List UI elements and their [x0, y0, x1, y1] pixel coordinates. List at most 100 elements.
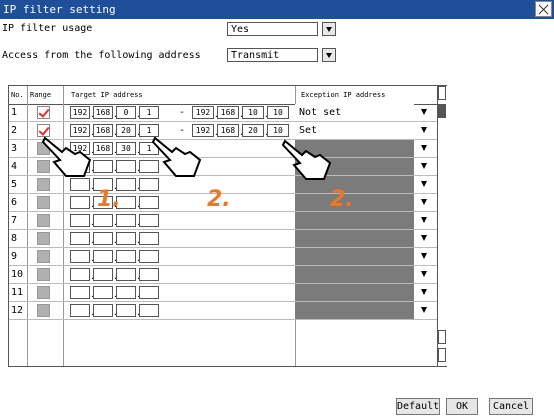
row-number: 9	[11, 251, 18, 262]
target-ip-octet[interactable]	[139, 250, 159, 263]
table-scrollbar[interactable]	[437, 86, 447, 366]
chevron-down-icon[interactable]	[421, 127, 427, 133]
target-ip-octet[interactable]	[139, 232, 159, 245]
exception-cell[interactable]	[295, 302, 414, 319]
range-checkbox[interactable]	[37, 232, 50, 245]
row-number: 11	[11, 287, 24, 298]
target-ip-octet[interactable]	[116, 286, 136, 299]
range-checkbox[interactable]	[37, 214, 50, 227]
step-2-label: 2.	[207, 187, 231, 212]
target-ip-octet[interactable]	[70, 232, 90, 245]
exception-value: Not set	[299, 107, 342, 118]
exception-cell[interactable]: Not set	[295, 104, 414, 121]
target-ip-octet[interactable]	[116, 160, 136, 173]
target-ip-octet[interactable]	[116, 232, 136, 245]
chevron-down-icon[interactable]	[421, 145, 427, 151]
pointing-hand-icon	[151, 136, 202, 177]
target-ip-octet[interactable]	[70, 214, 90, 227]
target-ip-end-octet[interactable]: 10	[267, 106, 289, 119]
exception-cell[interactable]	[295, 194, 414, 211]
chevron-down-icon[interactable]	[421, 181, 427, 187]
chevron-down-icon[interactable]	[421, 109, 427, 115]
step-2-label: 2.	[330, 187, 354, 212]
default-button[interactable]: Default	[396, 398, 440, 415]
target-ip-octet[interactable]	[116, 214, 136, 227]
target-ip-octet[interactable]	[116, 250, 136, 263]
target-ip-end-octet[interactable]: 168	[217, 124, 239, 137]
target-ip-octet[interactable]: 20	[116, 124, 136, 137]
scroll-bottom-button[interactable]	[438, 348, 446, 362]
target-ip-end-octet[interactable]: 10	[242, 106, 264, 119]
ip-filter-usage-select[interactable]: Yes	[227, 22, 318, 36]
target-ip-end-octet[interactable]: 168	[217, 106, 239, 119]
target-ip-octet[interactable]	[70, 196, 90, 209]
range-checkbox[interactable]	[37, 196, 50, 209]
chevron-down-icon[interactable]	[421, 163, 427, 169]
chevron-down-icon[interactable]	[421, 253, 427, 259]
title-bar: IP filter setting	[0, 0, 554, 19]
step-1-label: 1.	[97, 187, 121, 212]
table-row: 1192.168.0.1-192.168.10.10Not set	[9, 104, 446, 122]
access-dropdown-icon[interactable]	[322, 48, 336, 62]
row-number: 7	[11, 215, 18, 226]
target-ip-octet[interactable]	[70, 250, 90, 263]
ok-button[interactable]: OK	[446, 398, 478, 415]
scroll-thumb[interactable]	[438, 104, 446, 118]
chevron-down-icon[interactable]	[421, 199, 427, 205]
header-range: Range	[30, 91, 52, 99]
target-ip-octet[interactable]	[116, 304, 136, 317]
target-ip-octet[interactable]: 30	[116, 142, 136, 155]
target-ip-octet[interactable]	[93, 286, 113, 299]
range-checkbox[interactable]	[37, 250, 50, 263]
target-ip-octet[interactable]	[93, 214, 113, 227]
scroll-down-button[interactable]	[438, 330, 446, 344]
exception-cell[interactable]	[295, 212, 414, 229]
access-select[interactable]: Transmit	[227, 48, 318, 62]
close-icon[interactable]	[535, 1, 552, 17]
target-ip-octet[interactable]	[139, 286, 159, 299]
target-ip-octet[interactable]	[70, 286, 90, 299]
target-ip-octet[interactable]	[93, 250, 113, 263]
range-checkbox[interactable]	[37, 106, 50, 119]
exception-cell[interactable]	[295, 284, 414, 301]
target-ip-octet[interactable]: 168	[93, 124, 113, 137]
target-ip-octet[interactable]: 1	[139, 106, 159, 119]
row-number: 5	[11, 179, 18, 190]
target-ip-octet[interactable]: 192	[70, 106, 90, 119]
target-ip-end-octet[interactable]: 20	[242, 124, 264, 137]
target-ip-end-octet[interactable]: 192	[192, 106, 214, 119]
ip-filter-usage-dropdown-icon[interactable]	[322, 22, 336, 36]
range-checkbox[interactable]	[37, 304, 50, 317]
target-ip-octet[interactable]: 168	[93, 142, 113, 155]
target-ip-octet[interactable]	[139, 214, 159, 227]
pointing-hand-icon	[41, 136, 92, 177]
target-ip-octet[interactable]	[139, 304, 159, 317]
target-ip-octet[interactable]	[70, 268, 90, 281]
target-ip-octet[interactable]	[70, 304, 90, 317]
target-ip-octet[interactable]	[93, 160, 113, 173]
chevron-down-icon[interactable]	[421, 289, 427, 295]
exception-cell[interactable]	[295, 248, 414, 265]
chevron-down-icon[interactable]	[421, 307, 427, 313]
range-checkbox[interactable]	[37, 268, 50, 281]
exception-cell[interactable]	[295, 230, 414, 247]
range-checkbox[interactable]	[37, 286, 50, 299]
row-number: 12	[11, 305, 24, 316]
target-ip-octet[interactable]	[93, 268, 113, 281]
chevron-down-icon[interactable]	[421, 217, 427, 223]
target-ip-octet[interactable]	[139, 268, 159, 281]
cancel-button[interactable]: Cancel	[489, 398, 533, 415]
target-ip-octet[interactable]	[93, 304, 113, 317]
target-ip-octet[interactable]	[116, 268, 136, 281]
row-number: 1	[11, 107, 18, 118]
target-ip-octet[interactable]: 168	[93, 106, 113, 119]
chevron-down-icon[interactable]	[421, 271, 427, 277]
target-ip-octet[interactable]: 0	[116, 106, 136, 119]
exception-cell[interactable]	[295, 266, 414, 283]
table-row: 7...	[9, 212, 446, 230]
chevron-down-icon[interactable]	[421, 235, 427, 241]
target-ip-octet[interactable]	[139, 196, 159, 209]
target-ip-octet[interactable]	[93, 232, 113, 245]
scroll-top-button[interactable]	[438, 86, 446, 100]
row-number: 8	[11, 233, 18, 244]
